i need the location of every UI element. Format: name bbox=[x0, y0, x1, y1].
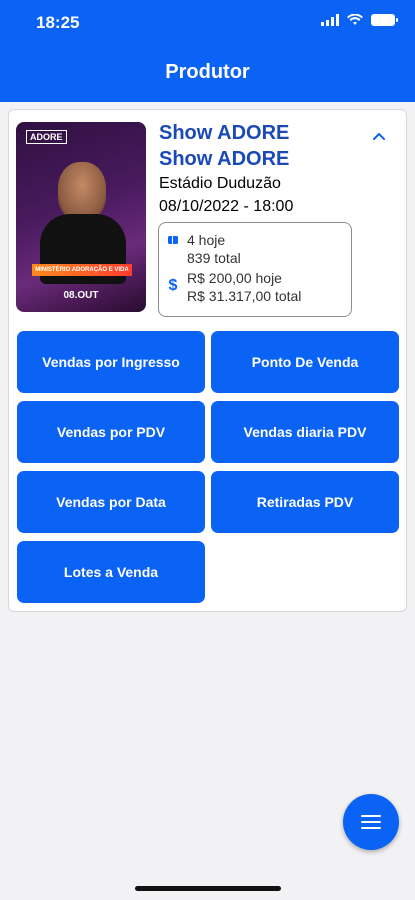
event-title-line1: Show ADORE bbox=[159, 122, 290, 144]
menu-fab-button[interactable] bbox=[343, 794, 399, 850]
tickets-today: 4 hoje bbox=[187, 232, 226, 248]
daily-sales-pdv-button[interactable]: Vendas diaria PDV bbox=[211, 401, 399, 463]
poster-logo: ADORE bbox=[26, 130, 67, 144]
page-title: Produtor bbox=[165, 61, 250, 83]
event-venue: Estádio Duduzão bbox=[159, 175, 281, 192]
poster-person-head bbox=[58, 162, 106, 220]
poster-date: 08.OUT bbox=[63, 290, 99, 301]
menu-icon bbox=[361, 815, 381, 829]
status-icons bbox=[321, 14, 398, 26]
poster-banner: MINISTÉRIO ADORAÇÃO E VIDA bbox=[32, 264, 132, 276]
event-stats: 4 hoje 839 total $ R$ 200,00 hoje R$ 31.… bbox=[158, 222, 352, 317]
ticket-icon bbox=[159, 231, 187, 267]
sales-by-date-button[interactable]: Vendas por Data bbox=[17, 471, 205, 533]
event-title-line2: Show ADORE bbox=[159, 148, 290, 170]
lots-for-sale-button[interactable]: Lotes a Venda bbox=[17, 541, 205, 603]
revenue-total: R$ 31.317,00 total bbox=[187, 288, 302, 304]
sales-by-pdv-button[interactable]: Vendas por PDV bbox=[17, 401, 205, 463]
wifi-icon bbox=[347, 14, 363, 25]
pdv-withdrawals-button[interactable]: Retiradas PDV bbox=[211, 471, 399, 533]
event-card: ADORE MINISTÉRIO ADORAÇÃO E VIDA 08.OUT … bbox=[8, 109, 407, 612]
app-header: 18:25 Produtor bbox=[0, 0, 415, 102]
tickets-total: 839 total bbox=[187, 250, 241, 266]
revenue-stat: $ R$ 200,00 hoje R$ 31.317,00 total bbox=[159, 269, 302, 305]
status-time: 18:25 bbox=[36, 13, 80, 32]
signal-icon bbox=[321, 14, 339, 26]
revenue-today: R$ 200,00 hoje bbox=[187, 270, 282, 286]
event-title: Show ADORE Show ADORE bbox=[159, 120, 369, 172]
sales-by-ticket-button[interactable]: Vendas por Ingresso bbox=[17, 331, 205, 393]
event-datetime: 08/10/2022 - 18:00 bbox=[159, 198, 294, 215]
battery-icon bbox=[371, 14, 398, 26]
home-indicator bbox=[135, 886, 281, 891]
chevron-up-icon[interactable] bbox=[371, 128, 387, 144]
event-poster: ADORE MINISTÉRIO ADORAÇÃO E VIDA 08.OUT bbox=[16, 122, 146, 312]
tickets-stat: 4 hoje 839 total bbox=[159, 231, 241, 267]
dollar-icon: $ bbox=[168, 277, 178, 294]
point-of-sale-button[interactable]: Ponto De Venda bbox=[211, 331, 399, 393]
